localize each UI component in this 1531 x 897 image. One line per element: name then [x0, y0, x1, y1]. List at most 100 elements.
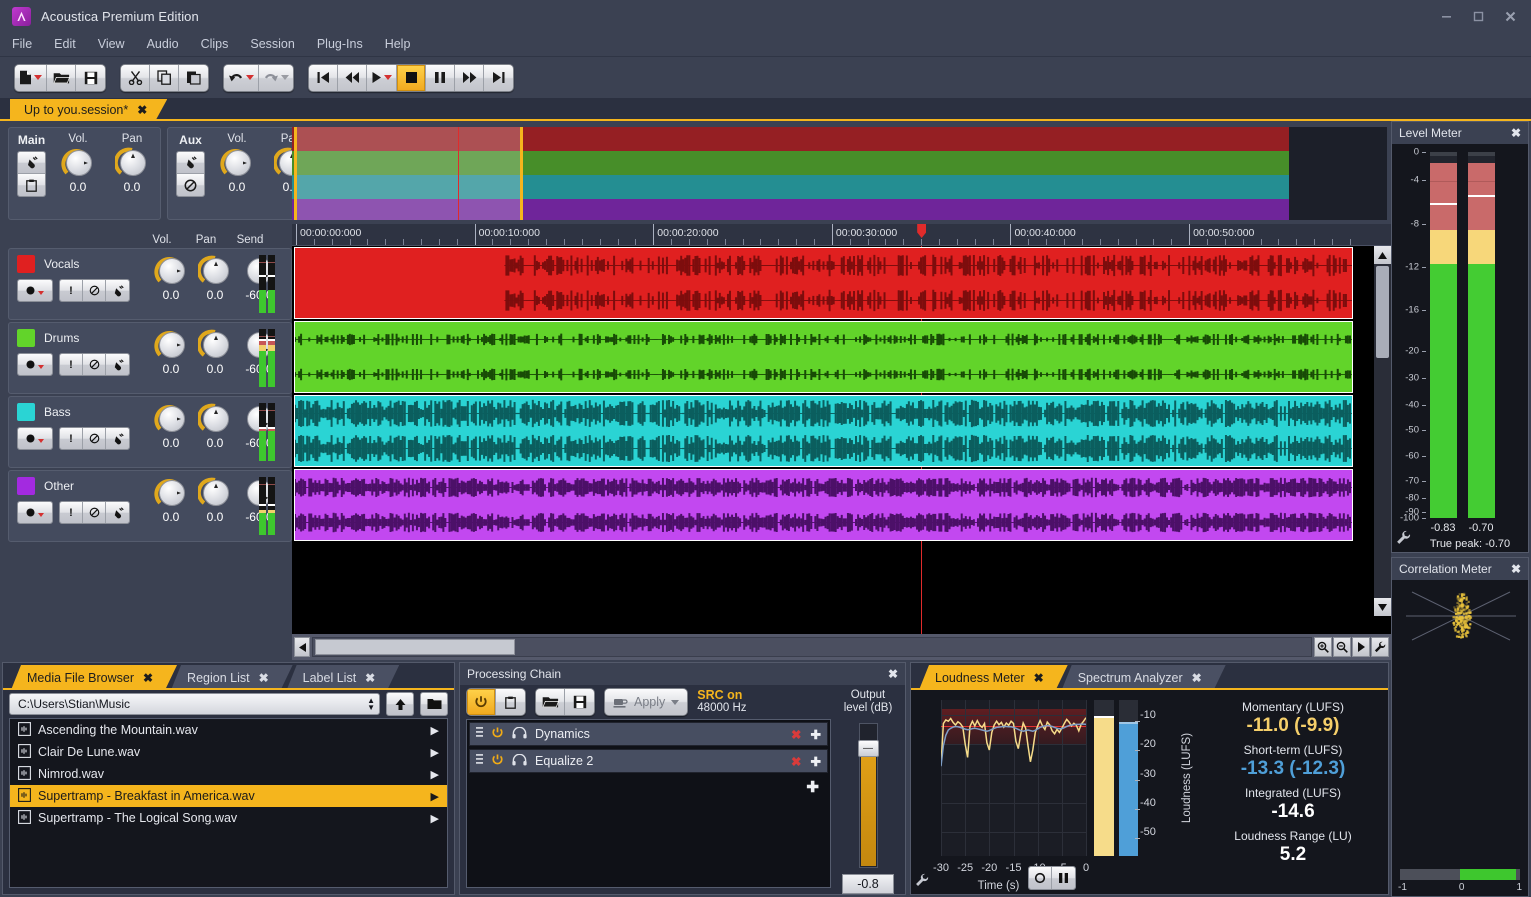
power-icon[interactable] [491, 726, 504, 742]
horizontal-scroll-track[interactable] [312, 637, 1312, 657]
record-icon[interactable] [18, 280, 52, 301]
mute-icon[interactable] [83, 354, 106, 375]
browse-folder-button[interactable] [420, 692, 448, 716]
apply-button[interactable]: Apply [605, 689, 687, 715]
minimize-button[interactable] [1431, 4, 1461, 30]
play-button[interactable] [367, 65, 397, 91]
track-row[interactable]: Vocals!0.00.0-60.0 [8, 248, 292, 320]
tab-spectrum-analyzer-close-icon[interactable]: ✖ [1192, 671, 1202, 685]
main-clipboard-icon[interactable] [18, 174, 45, 196]
play-preview-icon[interactable]: ▶ [431, 724, 439, 737]
record-icon[interactable] [18, 502, 52, 523]
level-meter-close-icon[interactable]: ✖ [1511, 126, 1521, 140]
paste-button[interactable] [179, 65, 208, 91]
session-overview[interactable] [292, 127, 1387, 220]
track-volume-knob[interactable] [154, 329, 188, 361]
output-fader-handle[interactable]: — [858, 740, 879, 757]
arrow-right-icon[interactable] [1352, 637, 1370, 657]
timeline-settings-wrench-icon[interactable] [1371, 637, 1389, 657]
add-effect-icon[interactable]: ✚ [811, 727, 821, 742]
audio-clip[interactable] [294, 247, 1353, 319]
apply-dropdown-icon[interactable] [671, 700, 679, 705]
play-preview-icon[interactable]: ▶ [431, 812, 439, 825]
processing-chain-close-icon[interactable]: ✖ [888, 667, 898, 681]
aux-mute-circle-icon[interactable] [177, 174, 204, 196]
plug-icon[interactable] [106, 502, 129, 523]
aux-plug-icon[interactable] [177, 152, 204, 174]
plug-icon[interactable] [106, 280, 129, 301]
audio-clip[interactable] [294, 469, 1353, 541]
play-preview-icon[interactable]: ▶ [431, 768, 439, 781]
overview-viewport-right-handle[interactable] [520, 127, 523, 220]
spinner-arrows-icon[interactable]: ▲▼ [367, 697, 375, 711]
menu-item-plugins[interactable]: Plug-Ins [317, 34, 379, 55]
vertical-scrollbar[interactable] [1373, 246, 1391, 616]
session-tab[interactable]: Up to you.session* ✖ [10, 99, 167, 121]
play-preview-icon[interactable]: ▶ [431, 790, 439, 803]
mute-icon[interactable] [83, 502, 106, 523]
plug-icon[interactable] [106, 354, 129, 375]
open-button[interactable] [47, 65, 76, 91]
zoom-in-icon[interactable] [1314, 637, 1332, 657]
tab-label-list-close-icon[interactable]: ✖ [365, 671, 375, 685]
menu-item-audio[interactable]: Audio [147, 34, 195, 55]
mute-icon[interactable] [83, 280, 106, 301]
copy-button[interactable] [150, 65, 179, 91]
scroll-down-button[interactable] [1374, 598, 1391, 616]
aux-volume-knob[interactable] [220, 147, 254, 179]
time-ruler[interactable]: 00:00:00:00000:00:10:00000:00:20:00000:0… [292, 224, 1391, 246]
track-volume-knob[interactable] [154, 255, 188, 287]
track-pan-knob[interactable] [198, 329, 232, 361]
menu-item-edit[interactable]: Edit [54, 34, 92, 55]
overview-viewport-left-handle[interactable] [294, 127, 297, 220]
list-item[interactable]: Supertramp - The Logical Song.wav▶ [10, 807, 447, 829]
cut-button[interactable] [121, 65, 150, 91]
vertical-scroll-thumb[interactable] [1376, 266, 1389, 358]
media-file-list[interactable]: Ascending the Mountain.wav▶Clair De Lune… [9, 718, 448, 888]
redo-dropdown-icon[interactable] [281, 75, 289, 80]
track-row[interactable]: Other!0.00.0-60.0 [8, 470, 292, 542]
menu-item-file[interactable]: File [12, 34, 48, 55]
save-button[interactable] [76, 65, 105, 91]
chain-power-button[interactable] [467, 689, 496, 715]
remove-effect-icon[interactable]: ✖ [791, 754, 801, 769]
list-item[interactable]: Supertramp - Breakfast in America.wav▶ [10, 785, 447, 807]
list-item[interactable]: Ascending the Mountain.wav▶ [10, 719, 447, 741]
maximize-button[interactable] [1463, 4, 1493, 30]
fast-forward-button[interactable] [455, 65, 484, 91]
tab-region-list[interactable]: Region List ✖ [171, 665, 293, 690]
tab-spectrum-analyzer[interactable]: Spectrum Analyzer ✖ [1062, 665, 1226, 690]
rewind-button[interactable] [338, 65, 367, 91]
menu-item-clips[interactable]: Clips [201, 34, 245, 55]
tab-loudness-meter[interactable]: Loudness Meter ✖ [919, 665, 1068, 690]
add-effect-row[interactable]: ✚ [469, 776, 828, 798]
redo-button[interactable] [259, 65, 293, 91]
go-to-start-button[interactable] [309, 65, 338, 91]
scroll-left-button[interactable] [294, 637, 310, 657]
loudness-reset-button[interactable] [1029, 867, 1052, 889]
tab-region-list-close-icon[interactable]: ✖ [259, 671, 269, 685]
horizontal-scroll-thumb[interactable] [315, 639, 515, 655]
add-effect-icon[interactable]: ✚ [811, 754, 821, 769]
track-pan-knob[interactable] [198, 477, 232, 509]
level-meter-settings-wrench-icon[interactable] [1396, 530, 1411, 550]
headphones-icon[interactable] [512, 754, 527, 769]
chain-clipboard-button[interactable] [496, 689, 525, 715]
solo-icon[interactable]: ! [60, 354, 83, 375]
main-volume-knob[interactable] [61, 147, 95, 179]
track-pan-knob[interactable] [198, 403, 232, 435]
close-button[interactable] [1495, 4, 1525, 30]
track-pan-knob[interactable] [198, 255, 232, 287]
folder-path-input[interactable]: C:\Users\Stian\Music ▲▼ [9, 693, 380, 715]
play-dropdown-icon[interactable] [384, 75, 392, 80]
drag-handle-icon[interactable] [476, 727, 483, 742]
tab-label-list[interactable]: Label List ✖ [287, 665, 400, 690]
track-color-swatch[interactable] [17, 329, 35, 347]
effect-list[interactable]: Dynamics✖✚Equalize 2✖✚✚ [466, 719, 831, 888]
menu-item-help[interactable]: Help [385, 34, 427, 55]
headphones-icon[interactable] [512, 727, 527, 742]
drag-handle-icon[interactable] [476, 754, 483, 769]
go-to-end-button[interactable] [484, 65, 513, 91]
new-session-dropdown-icon[interactable] [34, 75, 42, 80]
solo-icon[interactable]: ! [60, 280, 83, 301]
